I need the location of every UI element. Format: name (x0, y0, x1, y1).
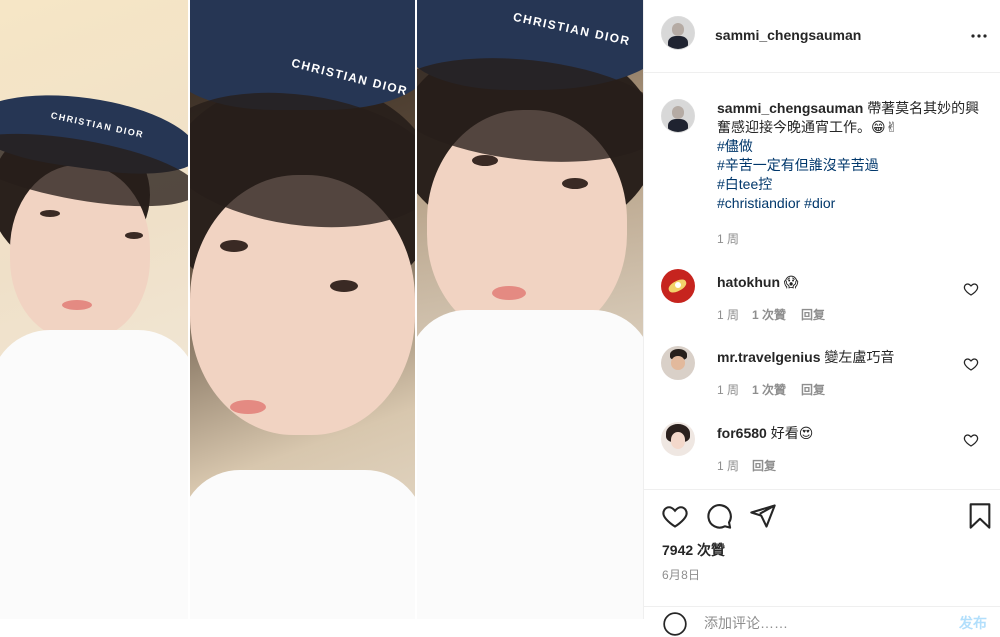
comment-body: 😱 (783, 274, 799, 290)
post-actions: 7942 次贊 6月8日 添加评论…… 发布 (644, 489, 1000, 636)
comment-time[interactable]: 1 周 (717, 381, 739, 398)
comment-likes[interactable]: 1 次贊 (752, 381, 786, 398)
comment-text: for6580 好看😍 (717, 424, 813, 443)
photo-panel-1: CHRISTIAN DIOR (0, 0, 188, 619)
white-tshirt (189, 470, 416, 619)
emoji-icon[interactable] (662, 611, 688, 637)
reply-button[interactable]: 回复 (801, 381, 825, 398)
comment-username[interactable]: hatokhun (717, 274, 780, 290)
comment-username[interactable]: for6580 (717, 425, 767, 441)
heart-icon[interactable] (661, 502, 689, 530)
more-horizontal-icon[interactable] (967, 24, 991, 48)
reply-button[interactable]: 回复 (752, 457, 776, 474)
heart-icon[interactable] (963, 432, 979, 448)
eye (329, 280, 358, 292)
comment-time[interactable]: 1 周 (717, 306, 739, 323)
lips (62, 300, 92, 310)
like-count[interactable]: 7942 次贊 (662, 540, 725, 560)
photo-panel-3: CHRISTIAN DIOR (415, 0, 643, 619)
comment-input[interactable]: 添加评论…… (704, 613, 788, 633)
post-comment-button[interactable]: 发布 (959, 613, 987, 633)
post-date[interactable]: 6月8日 (662, 566, 700, 583)
heart-icon[interactable] (963, 356, 979, 372)
add-comment-row: 添加评论…… 发布 (644, 606, 1000, 636)
hashtag[interactable]: #辛苦一定有但誰沒辛苦過 (717, 156, 987, 175)
avatar[interactable] (661, 269, 695, 303)
avatar[interactable] (661, 99, 695, 133)
avatar[interactable] (661, 346, 695, 380)
comment-time[interactable]: 1 周 (717, 457, 739, 474)
hashtag[interactable]: #儘做 (717, 137, 987, 156)
avatar[interactable] (661, 16, 695, 50)
post-header: sammi_chengsauman (644, 0, 1000, 73)
more-horizontal-icon-glyph (971, 34, 987, 38)
post-photo[interactable]: CHRISTIAN DIOR CHRISTIAN DIOR CHRISTIAN … (0, 0, 643, 619)
lips (229, 400, 266, 414)
comment-text: hatokhun 😱 (717, 273, 799, 292)
caption-text: sammi_chengsauman 帶著莫名其妙的興奮感迎接今晚通宵工作。😁✌ … (717, 99, 987, 213)
comment-body: 好看😍 (770, 425, 814, 441)
comment-likes[interactable]: 1 次贊 (752, 306, 786, 323)
eye (125, 232, 143, 239)
bookmark-icon[interactable] (966, 502, 994, 530)
visor (189, 0, 416, 110)
avatar[interactable] (661, 422, 695, 456)
post-username[interactable]: sammi_chengsauman (715, 27, 861, 43)
reply-button[interactable]: 回复 (801, 306, 825, 323)
white-tshirt (0, 330, 188, 619)
paper-plane-icon[interactable] (749, 502, 777, 530)
comment-body: 變左盧巧音 (824, 349, 895, 365)
post-sidebar: sammi_chengsauman sammi_chengsauman 帶著莫名… (643, 0, 1000, 636)
caption-username[interactable]: sammi_chengsauman (717, 100, 863, 116)
eye (40, 210, 60, 217)
caption-time[interactable]: 1 周 (717, 230, 739, 247)
hashtag[interactable]: #christiandior #dior (717, 194, 987, 213)
eye (219, 240, 248, 252)
heart-icon[interactable] (963, 281, 979, 297)
hashtag[interactable]: #白tee控 (717, 175, 987, 194)
comment-username[interactable]: mr.travelgenius (717, 349, 821, 365)
comment-text: mr.travelgenius 變左盧巧音 (717, 348, 894, 367)
photo-panel-2: CHRISTIAN DIOR (187, 0, 416, 619)
comment-bubble-icon[interactable] (705, 502, 733, 530)
white-tshirt (417, 310, 643, 619)
